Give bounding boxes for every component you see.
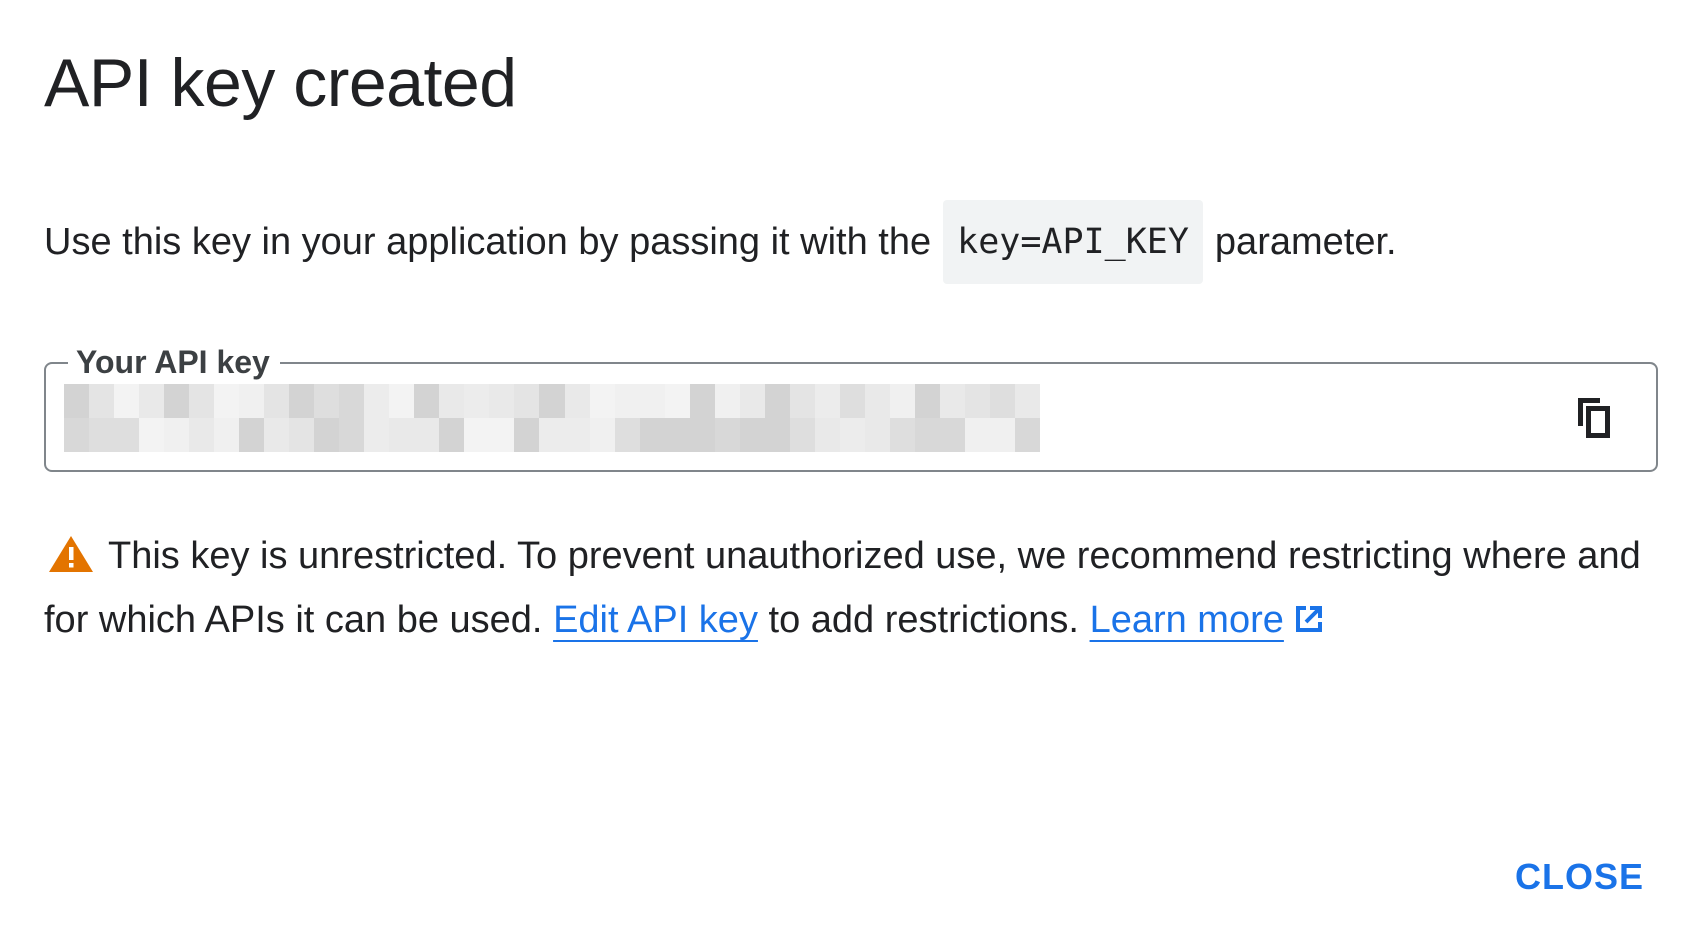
redacted-pixel [964, 384, 990, 418]
redacted-pixel [764, 384, 790, 418]
instructions-text: Use this key in your application by pass… [44, 220, 932, 263]
redacted-pixel [589, 418, 615, 452]
redacted-pixel [764, 418, 790, 452]
redacted-pixel [439, 418, 465, 452]
api-key-value-redacted[interactable] [64, 384, 1040, 452]
redacted-pixel [439, 384, 465, 418]
redacted-pixel [64, 418, 90, 452]
copy-button[interactable] [1570, 394, 1618, 442]
redacted-pixel [514, 418, 540, 452]
redacted-pixel [289, 384, 315, 418]
redacted-pixel [214, 384, 240, 418]
redacted-pixel [1014, 384, 1040, 418]
redacted-pixel [639, 384, 665, 418]
redacted-pixel [239, 384, 265, 418]
redacted-pixel [389, 384, 415, 418]
redacted-pixel [564, 384, 590, 418]
redacted-pixel [489, 418, 515, 452]
redacted-pixel [164, 418, 190, 452]
redacted-pixel [739, 418, 765, 452]
redacted-pixel [64, 384, 90, 418]
redacted-pixel [264, 418, 290, 452]
redacted-pixel [339, 384, 365, 418]
redacted-pixel [414, 418, 440, 452]
key-param-code: key=API_KEY [943, 200, 1203, 284]
redacted-pixel [89, 384, 115, 418]
redacted-pixel [539, 384, 565, 418]
redacted-pixel [514, 384, 540, 418]
usage-instructions: Use this key in your application by pass… [44, 200, 1397, 284]
unrestricted-key-warning: This key is unrestricted. To prevent una… [44, 524, 1664, 652]
redacted-pixel [539, 418, 565, 452]
redacted-pixel [114, 384, 140, 418]
redacted-pixel [464, 384, 490, 418]
redacted-pixel [614, 418, 640, 452]
redacted-pixel [689, 384, 715, 418]
redacted-pixel [1014, 418, 1040, 452]
redacted-pixel [814, 384, 840, 418]
redacted-pixel [214, 418, 240, 452]
redacted-pixel [189, 418, 215, 452]
redacted-pixel [714, 418, 740, 452]
edit-api-key-link[interactable]: Edit API key [553, 599, 758, 641]
redacted-pixel [889, 384, 915, 418]
redacted-pixel [939, 384, 965, 418]
redacted-pixel [89, 418, 115, 452]
redacted-pixel [489, 384, 515, 418]
redacted-pixel [689, 418, 715, 452]
redacted-pixel [139, 384, 165, 418]
redacted-pixel [239, 418, 265, 452]
redacted-pixel [714, 384, 740, 418]
dialog-title: API key created [44, 45, 517, 121]
redacted-pixel [414, 384, 440, 418]
redacted-pixel [989, 418, 1015, 452]
redacted-pixel [864, 418, 890, 452]
redacted-pixel [864, 384, 890, 418]
redacted-pixel [639, 418, 665, 452]
redacted-pixel [139, 418, 165, 452]
redacted-pixel [789, 418, 815, 452]
redacted-pixel [364, 384, 390, 418]
redacted-pixel [964, 418, 990, 452]
redacted-pixel [389, 418, 415, 452]
redacted-pixel [914, 418, 940, 452]
redacted-pixel [164, 384, 190, 418]
api-key-label: Your API key [68, 342, 280, 382]
redacted-pixel [614, 384, 640, 418]
redacted-pixel [364, 418, 390, 452]
redacted-pixel [189, 384, 215, 418]
redacted-pixel [339, 418, 365, 452]
redacted-pixel [789, 384, 815, 418]
api-key-created-dialog: API key created Use this key in your app… [0, 0, 1700, 932]
redacted-pixel [589, 384, 615, 418]
redacted-pixel [314, 418, 340, 452]
warning-icon [49, 536, 93, 572]
learn-more-link[interactable]: Learn more [1090, 599, 1284, 641]
redacted-pixel [564, 418, 590, 452]
instructions-suffix: parameter. [1214, 220, 1397, 263]
redacted-pixel [314, 384, 340, 418]
redacted-pixel [264, 384, 290, 418]
redacted-pixel [114, 418, 140, 452]
warning-text-restrictions: to add restrictions. [768, 599, 1079, 641]
redacted-pixel [939, 418, 965, 452]
redacted-pixel [989, 384, 1015, 418]
redacted-pixel [739, 384, 765, 418]
redacted-pixel [839, 384, 865, 418]
api-key-field[interactable]: Your API key [44, 342, 1658, 472]
open-in-new-icon[interactable] [1292, 602, 1326, 636]
redacted-pixel [914, 384, 940, 418]
redacted-pixel [464, 418, 490, 452]
redacted-pixel [839, 418, 865, 452]
redacted-pixel [664, 418, 690, 452]
copy-icon [1578, 398, 1610, 438]
redacted-pixel [664, 384, 690, 418]
close-button[interactable]: CLOSE [1511, 848, 1648, 906]
redacted-pixel [814, 418, 840, 452]
redacted-pixel [289, 418, 315, 452]
redacted-pixel [889, 418, 915, 452]
